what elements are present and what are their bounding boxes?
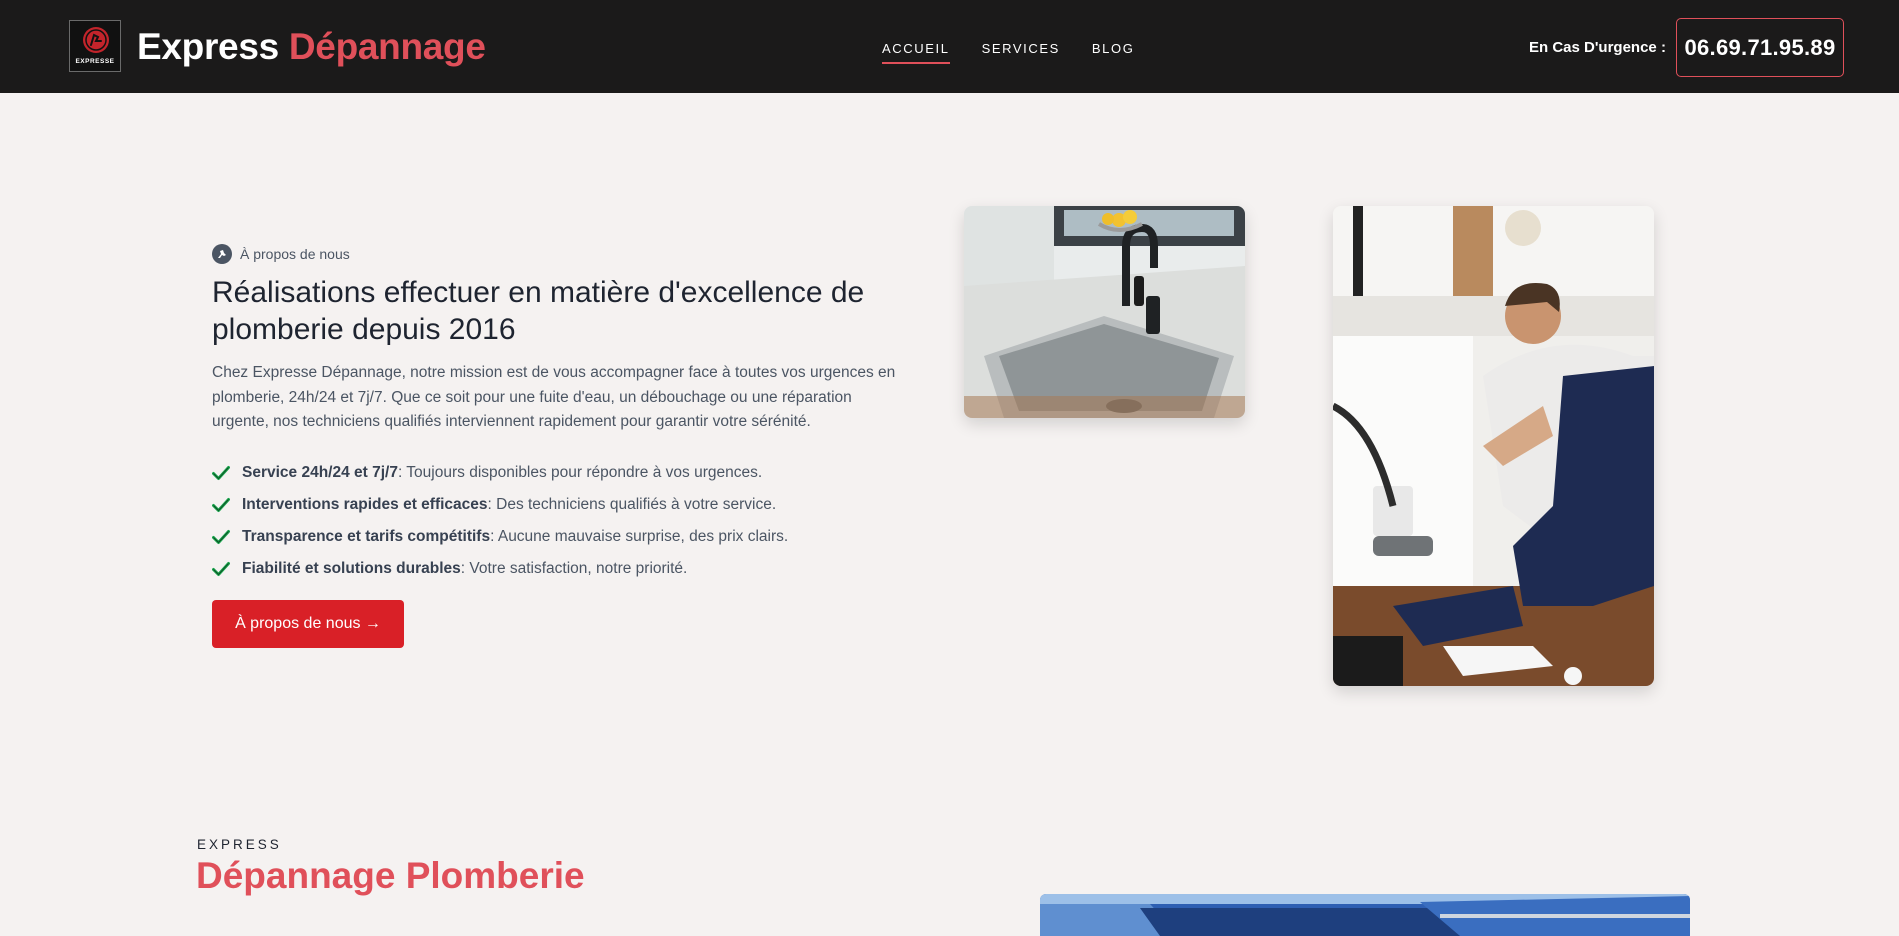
about-us-button[interactable]: À propos de nous → — [212, 600, 404, 648]
logo-text: EXPRESSE — [75, 58, 115, 65]
urgent-label: En Cas D'urgence : — [1529, 39, 1666, 56]
section2-image — [1040, 894, 1690, 936]
about-eyebrow-text: À propos de nous — [240, 246, 350, 262]
about-title: Réalisations effectuer en matière d'exce… — [212, 276, 865, 346]
about-description: Chez Expresse Dépannage, notre mission e… — [212, 364, 896, 430]
feature-title: Interventions rapides et efficaces — [242, 496, 488, 513]
plumber-badge-icon — [212, 244, 232, 264]
plumber-image — [1333, 206, 1654, 686]
feature-text: : Aucune mauvaise surprise, des prix cla… — [490, 528, 789, 545]
feature-text: : Votre satisfaction, notre priorité. — [460, 560, 688, 577]
nav-blog[interactable]: BLOG — [1092, 41, 1135, 64]
section2-photo — [1040, 894, 1690, 936]
check-icon — [212, 466, 230, 480]
feature-title: Service 24h/24 et 7j/7 — [242, 464, 398, 481]
section2-title: Dépannage Plomberie — [196, 855, 585, 896]
feature-title: Fiabilité et solutions durables — [242, 560, 461, 577]
feature-item: Interventions rapides et efficaces: Des … — [212, 489, 788, 521]
site-header: EXPRESSE Express Dépannage ACCUEIL SERVI… — [0, 0, 1899, 93]
brand-name[interactable]: Express Dépannage — [137, 26, 486, 68]
main-nav: ACCUEIL SERVICES BLOG — [882, 41, 1166, 64]
plumber-photo — [1333, 206, 1654, 686]
feature-text: : Toujours disponibles pour répondre à v… — [397, 464, 763, 481]
check-icon — [212, 498, 230, 512]
sink-image — [964, 206, 1245, 418]
brand-main: Express — [137, 26, 279, 67]
nav-accueil[interactable]: ACCUEIL — [882, 41, 950, 64]
check-icon — [212, 530, 230, 544]
feature-title: Transparence et tarifs compétitifs — [242, 528, 491, 545]
sink-photo — [964, 206, 1245, 418]
nav-services[interactable]: SERVICES — [982, 41, 1060, 64]
logo[interactable]: EXPRESSE — [69, 20, 121, 72]
feature-item: Service 24h/24 et 7j/7: Toujours disponi… — [212, 457, 788, 489]
check-icon — [212, 562, 230, 576]
section2-eyebrow: EXPRESS — [197, 837, 282, 852]
brand-accent: Dépannage — [288, 26, 486, 67]
feature-item: Transparence et tarifs compétitifs: Aucu… — [212, 521, 788, 553]
about-eyebrow: À propos de nous — [212, 244, 350, 264]
feature-list: Service 24h/24 et 7j/7: Toujours disponi… — [212, 457, 788, 585]
phone-button[interactable]: 06.69.71.95.89 — [1676, 18, 1844, 77]
feature-item: Fiabilité et solutions durables: Votre s… — [212, 553, 788, 585]
feature-text: : Des techniciens qualifiés à votre serv… — [487, 496, 777, 513]
